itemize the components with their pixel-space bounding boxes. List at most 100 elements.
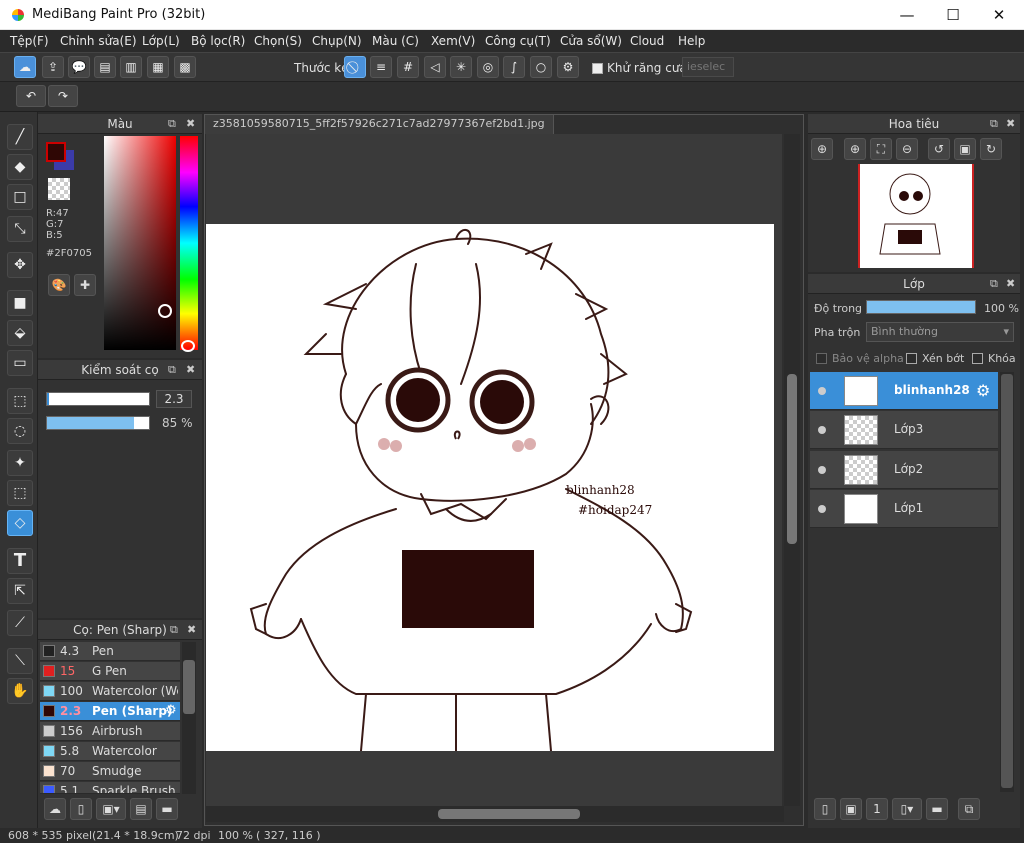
navigator-thumbnail[interactable] xyxy=(858,164,974,268)
document-icon[interactable]: ▥ xyxy=(120,56,142,78)
rotate-left-icon[interactable]: ↺ xyxy=(928,138,950,160)
brush-settings-icon[interactable]: ⚙ xyxy=(165,703,177,718)
message-icon[interactable]: ▤ xyxy=(94,56,116,78)
brush-row[interactable]: 15 G Pen xyxy=(40,662,180,681)
comment-icon[interactable]: 💬 xyxy=(68,56,90,78)
brush-row[interactable]: 5.1 Sparkle Brush xyxy=(40,782,180,794)
select-tool-icon[interactable]: ⬚ xyxy=(7,388,33,414)
parallel-ruler-icon[interactable]: ≡ xyxy=(370,56,392,78)
brush-size-slider[interactable] xyxy=(46,392,150,406)
brush-row[interactable]: 100 Watercolor (We xyxy=(40,682,180,701)
curve-ruler-icon[interactable]: ∫ xyxy=(503,56,525,78)
menu-select[interactable]: Chọn(S) xyxy=(254,34,302,48)
concentric-ruler-icon[interactable]: ◎ xyxy=(477,56,499,78)
layer-opacity-slider[interactable] xyxy=(866,300,976,314)
menu-tools[interactable]: Công cụ(T) xyxy=(485,34,551,48)
popout-icon[interactable]: ⧉ xyxy=(168,114,176,134)
menu-file[interactable]: Tệp(F) xyxy=(10,34,49,48)
move-tool-icon[interactable]: ✥ xyxy=(7,252,33,278)
blend-mode-select[interactable]: Bình thường ▾ xyxy=(866,322,1014,342)
visibility-icon[interactable] xyxy=(818,426,826,434)
visibility-icon[interactable] xyxy=(818,505,826,513)
antialias-checkbox[interactable] xyxy=(592,63,603,74)
zoom-in-icon[interactable]: ⊕ xyxy=(844,138,866,160)
popout-icon[interactable]: ⧉ xyxy=(168,360,176,380)
hand-tool-icon[interactable]: ✋ xyxy=(7,678,33,704)
palette-icon[interactable]: 🎨 xyxy=(48,274,70,296)
bucket-tool-icon[interactable]: ⬙ xyxy=(7,320,33,346)
add-layer-menu-icon[interactable]: ▯▾ xyxy=(892,798,922,820)
zoom-out-icon[interactable]: ⊖ xyxy=(896,138,918,160)
brush-folder-icon[interactable]: ▬ xyxy=(156,798,178,820)
select-pen-tool-icon[interactable]: ⬚ xyxy=(7,480,33,506)
close-icon[interactable]: ✖ xyxy=(1006,274,1015,294)
grid-layout-icon[interactable]: ▩ xyxy=(174,56,196,78)
gradient-tool-icon[interactable]: ▭ xyxy=(7,350,33,376)
cloud-icon[interactable]: ☁ xyxy=(14,56,36,78)
operation-tool-icon[interactable]: ⇱ xyxy=(7,578,33,604)
menu-edit[interactable]: Chỉnh sửa(E) xyxy=(60,34,137,48)
redo-icon[interactable]: ↷ xyxy=(48,85,78,107)
visibility-icon[interactable] xyxy=(818,466,826,474)
select-eraser-tool-icon[interactable]: ◇ xyxy=(7,510,33,536)
grid-ruler-icon[interactable]: # xyxy=(397,56,419,78)
hue-slider[interactable] xyxy=(180,136,198,350)
lock-checkbox[interactable] xyxy=(972,353,983,364)
drawing-canvas[interactable]: blinhanh28 #hoidap247 xyxy=(206,224,774,751)
layer-row[interactable]: Lớp1 xyxy=(810,490,998,528)
menu-view[interactable]: Xem(V) xyxy=(431,34,475,48)
layer-row[interactable]: Lớp3 xyxy=(810,411,998,449)
undo-icon[interactable]: ↶ xyxy=(16,85,46,107)
brush-row[interactable]: 5.8 Watercolor xyxy=(40,742,180,761)
minimize-button[interactable]: — xyxy=(884,0,930,30)
menu-color[interactable]: Màu (C) xyxy=(372,34,419,48)
brush-tool-icon[interactable]: ╱ xyxy=(7,124,33,150)
layer-settings-icon[interactable]: ⚙ xyxy=(976,381,990,400)
ruler-settings-icon[interactable]: ⚙ xyxy=(557,56,579,78)
text-tool-icon[interactable]: T xyxy=(7,548,33,574)
share-icon[interactable]: ⇪ xyxy=(42,56,64,78)
close-icon[interactable]: ✖ xyxy=(186,360,195,380)
popout-icon[interactable]: ⧉ xyxy=(990,114,998,134)
layer-row[interactable]: Lớp2 xyxy=(810,451,998,489)
ellipse-ruler-icon[interactable]: ○ xyxy=(530,56,552,78)
new-brush-icon[interactable]: ▯ xyxy=(70,798,92,820)
brush-properties-icon[interactable]: ▤ xyxy=(130,798,152,820)
menu-filter[interactable]: Bộ lọc(R) xyxy=(191,34,245,48)
menu-capture[interactable]: Chụp(N) xyxy=(312,34,362,48)
ruler-off-icon[interactable]: ⃠ xyxy=(344,56,366,78)
canvas-vertical-scrollbar[interactable] xyxy=(784,134,800,806)
fill-shape-tool-icon[interactable]: ■ xyxy=(7,290,33,316)
menu-layer[interactable]: Lớp(L) xyxy=(142,34,180,48)
transparent-color-swatch[interactable] xyxy=(48,178,70,200)
dot-tool-icon[interactable]: □ xyxy=(7,184,33,210)
panel-layout-icon[interactable]: ▦ xyxy=(147,56,169,78)
cloud-brush-icon[interactable]: ☁ xyxy=(44,798,66,820)
hue-marker[interactable] xyxy=(181,340,195,352)
selection-field[interactable]: ieselec xyxy=(682,57,734,77)
new-1bit-layer-icon[interactable]: 1 xyxy=(866,798,888,820)
close-icon[interactable]: ✖ xyxy=(1006,114,1015,134)
add-brush-menu-icon[interactable]: ▣▾ xyxy=(96,798,126,820)
brush-list-scrollbar[interactable] xyxy=(182,642,196,794)
duplicate-layer-icon[interactable]: ⧉ xyxy=(958,798,980,820)
magic-wand-tool-icon[interactable]: ✦ xyxy=(7,450,33,476)
layer-list-scrollbar[interactable] xyxy=(1000,372,1014,792)
eyedropper-tool-icon[interactable]: ⟍ xyxy=(7,648,33,674)
canvas-horizontal-scrollbar[interactable] xyxy=(206,806,784,822)
brush-row[interactable]: 70 Smudge xyxy=(40,762,180,781)
brush-opacity-slider[interactable] xyxy=(46,416,150,430)
brush-row[interactable]: 4.3 Pen xyxy=(40,642,180,661)
visibility-icon[interactable] xyxy=(818,387,826,395)
eraser-tool-icon[interactable]: ◆ xyxy=(7,154,33,180)
menu-window[interactable]: Cửa sổ(W) xyxy=(560,34,622,48)
divide-tool-icon[interactable]: ⟋ xyxy=(7,610,33,636)
new-layer-icon[interactable]: ▯ xyxy=(814,798,836,820)
radial-ruler-icon[interactable]: ✳ xyxy=(450,56,472,78)
brush-size-value[interactable]: 2.3 xyxy=(156,390,192,408)
popout-icon[interactable]: ⧉ xyxy=(990,274,998,294)
close-icon[interactable]: ✖ xyxy=(187,620,196,640)
document-tab[interactable]: z3581059580715_5ff2f57926c271c7ad2797736… xyxy=(204,114,554,134)
new-folder-icon[interactable]: ▬ xyxy=(926,798,948,820)
clipping-checkbox[interactable] xyxy=(906,353,917,364)
